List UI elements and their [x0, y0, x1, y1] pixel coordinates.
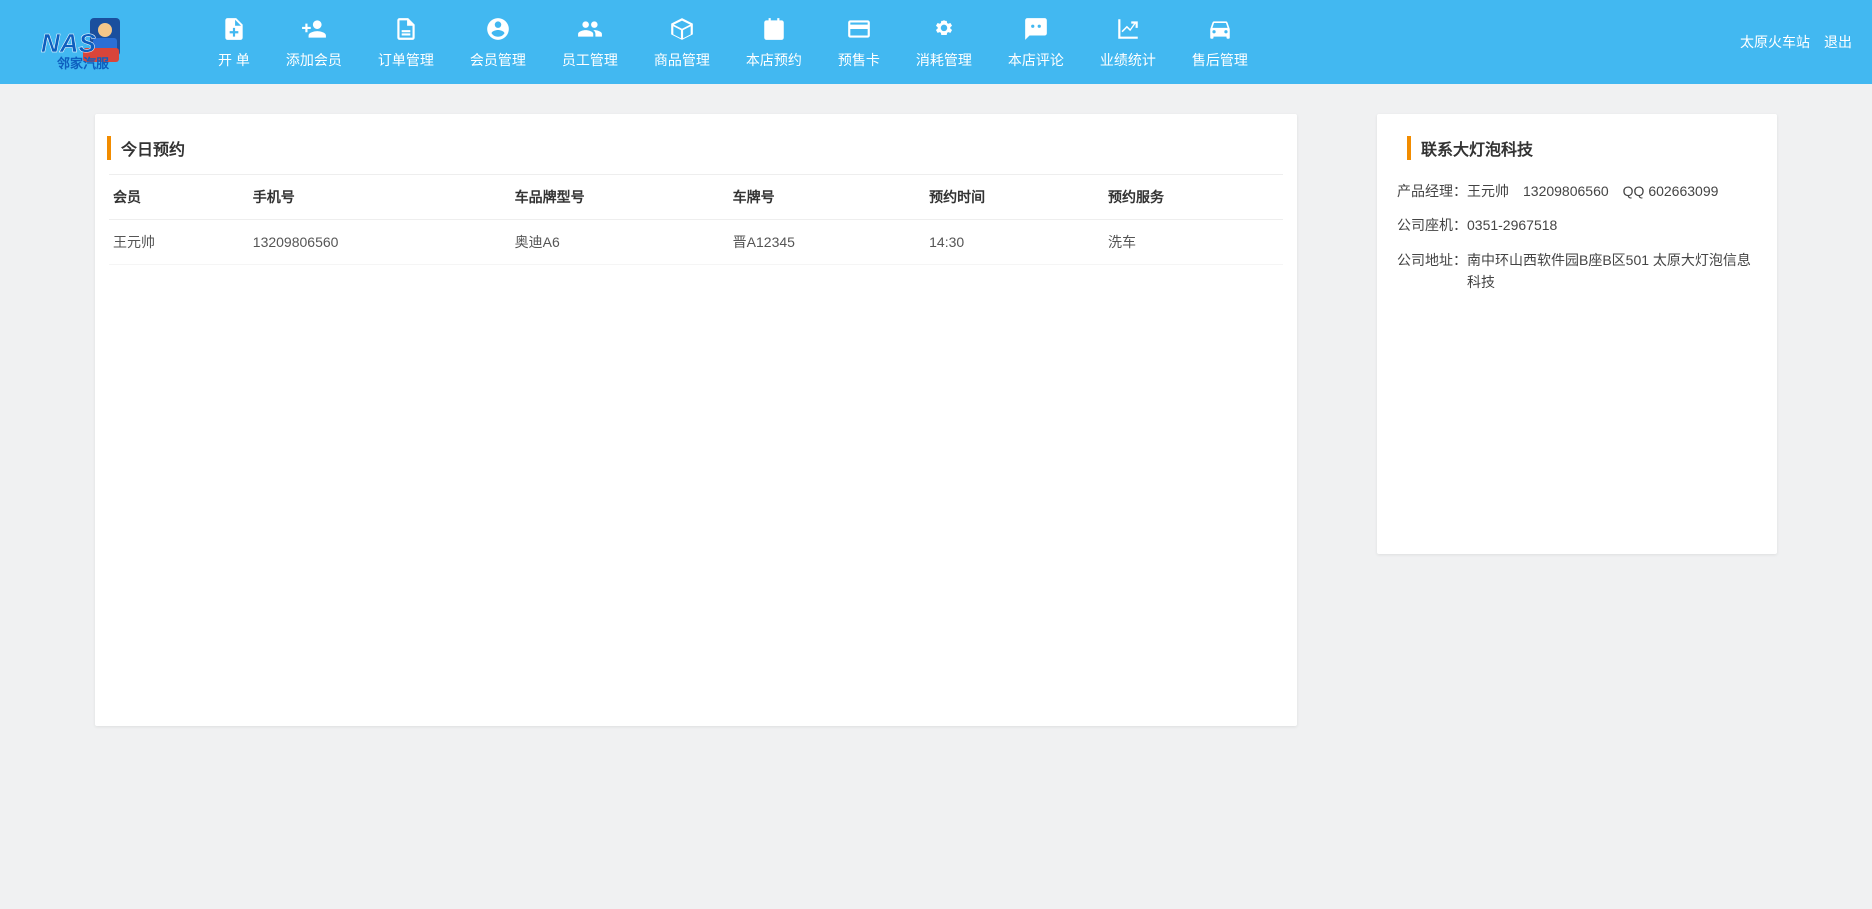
nav-reservation[interactable]: 本店预约	[728, 14, 820, 70]
info-row-address: 公司地址： 南中环山西软件园B座B区501 太原大灯泡信息科技	[1397, 243, 1757, 300]
user-plus-icon	[301, 14, 327, 44]
nav-label: 消耗管理	[916, 50, 972, 70]
cell-phone: 13209806560	[249, 220, 511, 265]
app-header: NAS邻家汽服 开 单 添加会员 订单管理 会员管理 员工管理 商品管理 本	[0, 0, 1872, 84]
nav-stats[interactable]: 业绩统计	[1082, 14, 1174, 70]
nav-order-manage[interactable]: 订单管理	[360, 14, 452, 70]
appointments-panel: 今日预约 会员 手机号 车品牌型号 车牌号 预约时间 预约服务 王元帅 1320…	[95, 114, 1297, 726]
stats-icon	[1115, 14, 1141, 44]
cell-time: 14:30	[925, 220, 1104, 265]
contact-panel: 联系大灯泡科技 产品经理： 王元帅 13209806560 QQ 6026630…	[1377, 114, 1777, 554]
nav-open-order[interactable]: 开 单	[200, 14, 268, 70]
address-value: 南中环山西软件园B座B区501 太原大灯泡信息科技	[1467, 249, 1757, 294]
order-icon	[393, 14, 419, 44]
svg-text:邻家汽服: 邻家汽服	[56, 56, 110, 71]
staff-icon	[577, 14, 603, 44]
nav-label: 订单管理	[378, 50, 434, 70]
main-container: 今日预约 会员 手机号 车品牌型号 车牌号 预约时间 预约服务 王元帅 1320…	[0, 84, 1872, 756]
file-plus-icon	[221, 14, 247, 44]
info-row-pm: 产品经理： 王元帅 13209806560 QQ 602663099	[1397, 174, 1757, 208]
col-member: 会员	[109, 175, 249, 220]
nav-label: 业绩统计	[1100, 50, 1156, 70]
nav-label: 会员管理	[470, 50, 526, 70]
panel-title-appointments: 今日预约	[107, 136, 1277, 160]
table-row[interactable]: 王元帅 13209806560 奥迪A6 晋A12345 14:30 洗车	[109, 220, 1283, 265]
header-right: 太原火车站 退出	[1740, 32, 1852, 52]
nav-label: 添加会员	[286, 50, 342, 70]
nav-add-member[interactable]: 添加会员	[268, 14, 360, 70]
nav-label: 本店预约	[746, 50, 802, 70]
cell-service: 洗车	[1104, 220, 1283, 265]
nav-comments[interactable]: 本店评论	[990, 14, 1082, 70]
main-nav: 开 单 添加会员 订单管理 会员管理 员工管理 商品管理 本店预约 预售卡	[200, 14, 1740, 70]
nav-aftersale[interactable]: 售后管理	[1174, 14, 1266, 70]
phone-label: 公司座机：	[1397, 214, 1467, 236]
nav-label: 商品管理	[654, 50, 710, 70]
nav-label: 员工管理	[562, 50, 618, 70]
reservation-icon	[761, 14, 787, 44]
nav-presale-card[interactable]: 预售卡	[820, 14, 898, 70]
nav-staff-manage[interactable]: 员工管理	[544, 14, 636, 70]
col-phone: 手机号	[249, 175, 511, 220]
station-name[interactable]: 太原火车站	[1740, 32, 1810, 52]
comment-icon	[1023, 14, 1049, 44]
address-label: 公司地址：	[1397, 249, 1467, 294]
nav-label: 本店评论	[1008, 50, 1064, 70]
nav-label: 开 单	[218, 50, 250, 70]
consume-icon	[931, 14, 957, 44]
logout-link[interactable]: 退出	[1824, 32, 1852, 52]
nav-product-manage[interactable]: 商品管理	[636, 14, 728, 70]
col-plate: 车牌号	[729, 175, 925, 220]
col-service: 预约服务	[1104, 175, 1283, 220]
cell-member: 王元帅	[109, 220, 249, 265]
nav-label: 售后管理	[1192, 50, 1248, 70]
table-header-row: 会员 手机号 车品牌型号 车牌号 预约时间 预约服务	[109, 175, 1283, 220]
col-car-model: 车品牌型号	[511, 175, 729, 220]
nav-label: 预售卡	[838, 50, 880, 70]
phone-value: 0351-2967518	[1467, 214, 1757, 236]
svg-text:NAS: NAS	[41, 28, 97, 58]
card-icon	[846, 14, 872, 44]
appointments-table: 会员 手机号 车品牌型号 车牌号 预约时间 预约服务 王元帅 132098065…	[109, 175, 1283, 265]
pm-value: 王元帅 13209806560 QQ 602663099	[1467, 180, 1757, 202]
info-row-phone: 公司座机： 0351-2967518	[1397, 208, 1757, 242]
product-icon	[669, 14, 695, 44]
member-icon	[485, 14, 511, 44]
cell-plate: 晋A12345	[729, 220, 925, 265]
aftersale-icon	[1207, 14, 1233, 44]
nav-consume-manage[interactable]: 消耗管理	[898, 14, 990, 70]
cell-car-model: 奥迪A6	[511, 220, 729, 265]
app-logo[interactable]: NAS邻家汽服	[30, 7, 160, 77]
col-time: 预约时间	[925, 175, 1104, 220]
nav-member-manage[interactable]: 会员管理	[452, 14, 544, 70]
panel-title-contact: 联系大灯泡科技	[1407, 136, 1737, 160]
pm-label: 产品经理：	[1397, 180, 1467, 202]
